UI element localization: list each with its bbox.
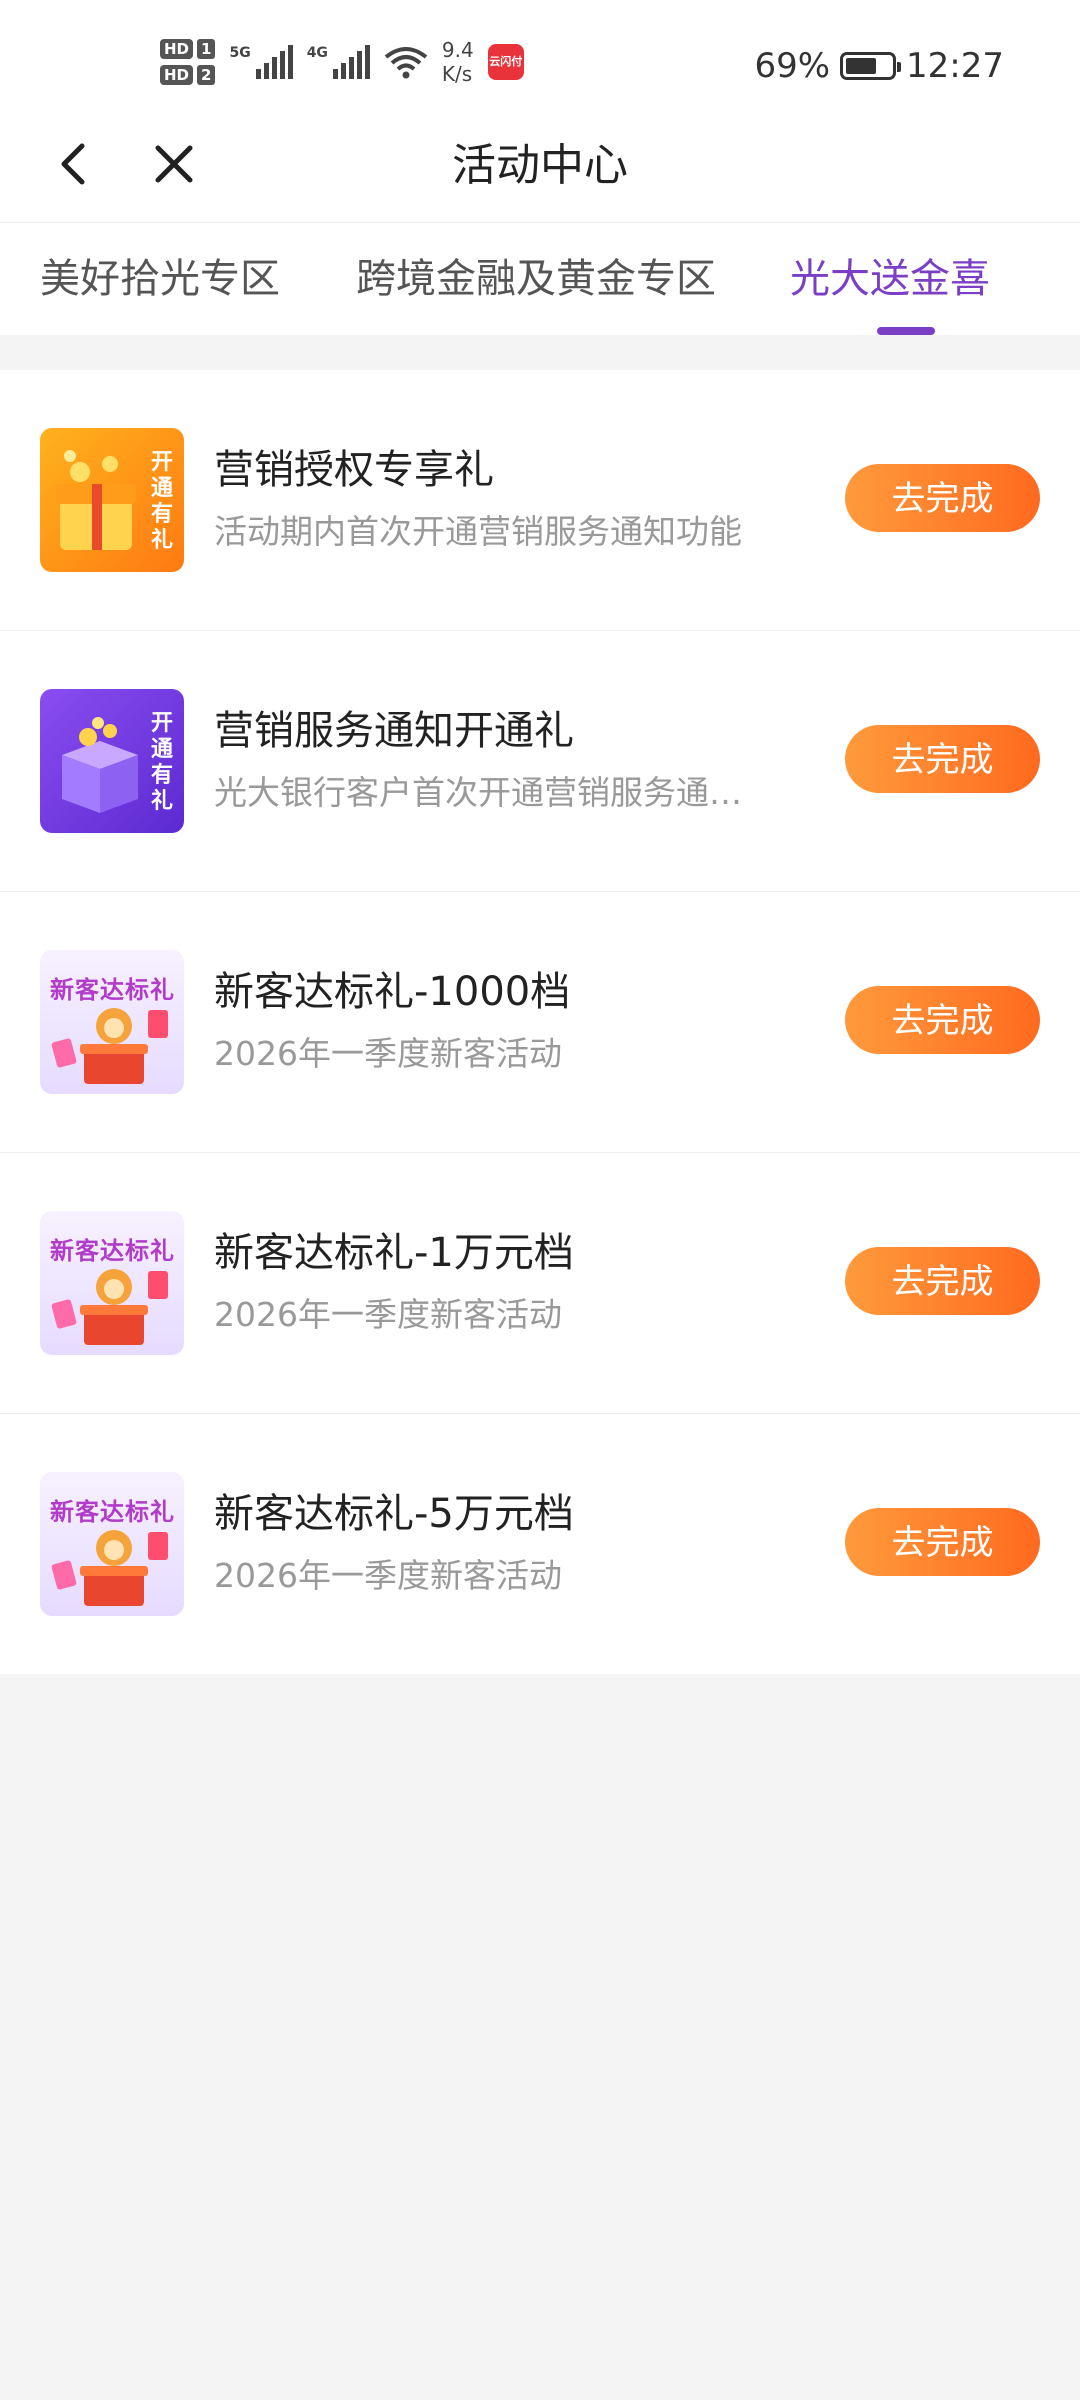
sim-indicators: HD 1 HD 2 [160, 39, 216, 85]
activity-thumbnail: 开通有礼 [40, 689, 184, 833]
tiger-mascot-icon [51, 1008, 168, 1084]
status-right-group: 69% 12:27 [754, 46, 1004, 86]
activity-description: 光大银行客户首次开通营销服务通知功能 [214, 773, 774, 812]
go-complete-button[interactable]: 去完成 [845, 464, 1040, 532]
go-complete-button[interactable]: 去完成 [845, 725, 1040, 793]
wifi-icon [384, 47, 428, 79]
signal-4g-icon: 4G [307, 45, 370, 79]
activity-description: 2026年一季度新客活动 [214, 1556, 562, 1595]
activity-title: 新客达标礼-1000档 [214, 969, 571, 1015]
clock: 12:27 [906, 46, 1004, 86]
network-speed: 9.4 K/s [442, 38, 474, 86]
go-complete-button[interactable]: 去完成 [845, 1508, 1040, 1576]
category-tabs: 美好拾光专区 跨境金融及黄金专区 光大送金喜 [0, 223, 1080, 335]
sim-number: 1 [197, 39, 216, 59]
list-item[interactable]: 开通有礼 营销服务通知开通礼 光大银行客户首次开通营销服务通知功能 去完成 [0, 631, 1080, 892]
battery-percent: 69% [754, 46, 831, 86]
network-speed-unit: K/s [441, 62, 473, 86]
activity-title: 营销服务通知开通礼 [214, 708, 574, 754]
app-header: 活动中心 [0, 110, 1080, 223]
list-item[interactable]: 新客达标礼 新客达标礼-5万元档 2026年一季度新客活动 去完成 [0, 1414, 1080, 1674]
thumbnail-caption: 开通有礼 [150, 711, 173, 814]
network-type: 4G [306, 45, 328, 61]
activity-description: 2026年一季度新客活动 [214, 1034, 562, 1073]
activity-thumbnail: 新客达标礼 [40, 1211, 184, 1355]
tab-meihao[interactable]: 美好拾光专区 [40, 251, 280, 307]
tiger-mascot-icon [51, 1269, 168, 1345]
battery-level [846, 58, 877, 74]
list-item[interactable]: 新客达标礼 新客达标礼-1000档 2026年一季度新客活动 去完成 [0, 892, 1080, 1153]
tiger-mascot-icon [51, 1530, 168, 1606]
activity-thumbnail: 新客达标礼 [40, 1472, 184, 1616]
activity-title: 新客达标礼-5万元档 [214, 1491, 574, 1537]
activity-title: 营销授权专享礼 [214, 447, 494, 493]
activity-description: 2026年一季度新客活动 [214, 1295, 562, 1334]
battery-icon [840, 52, 902, 80]
activity-title: 新客达标礼-1万元档 [214, 1230, 574, 1276]
activity-thumbnail: 开通有礼 [40, 428, 184, 572]
activity-thumbnail: 新客达标礼 [40, 950, 184, 1094]
activity-description: 活动期内首次开通营销服务通知功能 [214, 512, 742, 551]
sim1-indicator: HD 1 [160, 39, 216, 59]
page-title: 活动中心 [452, 140, 628, 191]
activity-list: 开通有礼 营销授权专享礼 活动期内首次开通营销服务通知功能 去完成 开通有礼 营… [0, 370, 1080, 1674]
list-item[interactable]: 开通有礼 营销授权专享礼 活动期内首次开通营销服务通知功能 去完成 [0, 370, 1080, 631]
sim2-indicator: HD 2 [160, 65, 216, 85]
network-speed-value: 9.4 [441, 38, 474, 62]
list-item[interactable]: 新客达标礼 新客达标礼-1万元档 2026年一季度新客活动 去完成 [0, 1153, 1080, 1414]
status-left-group: HD 1 HD 2 5G 4G 9.4 K/s 云闪付 [160, 38, 524, 86]
hd-badge: HD [160, 65, 194, 85]
unionpay-app-icon: 云闪付 [487, 44, 524, 80]
hd-badge: HD [160, 39, 194, 59]
active-tab-indicator [877, 327, 935, 335]
tab-cross-border-gold[interactable]: 跨境金融及黄金专区 [356, 251, 716, 307]
sim-number: 2 [197, 65, 216, 85]
go-complete-button[interactable]: 去完成 [845, 1247, 1040, 1315]
network-type: 5G [229, 45, 251, 61]
tab-guangda-gold[interactable]: 光大送金喜 [790, 251, 990, 307]
go-complete-button[interactable]: 去完成 [845, 986, 1040, 1054]
thumbnail-caption: 开通有礼 [150, 450, 173, 553]
signal-5g-icon: 5G [229, 45, 293, 79]
